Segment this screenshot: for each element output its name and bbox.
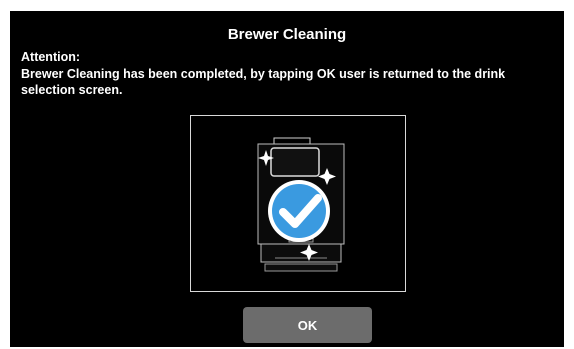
illustration-frame <box>190 115 406 292</box>
attention-label: Attention: <box>21 50 81 64</box>
dialog-title: Brewer Cleaning <box>227 26 347 43</box>
dialog-message: Brewer Cleaning has been completed, by t… <box>21 67 506 97</box>
dialog-screen: Brewer Cleaning Attention: Brewer Cleani… <box>10 11 564 347</box>
ok-button[interactable]: OK <box>243 307 372 343</box>
sparkle-icon <box>258 150 336 261</box>
